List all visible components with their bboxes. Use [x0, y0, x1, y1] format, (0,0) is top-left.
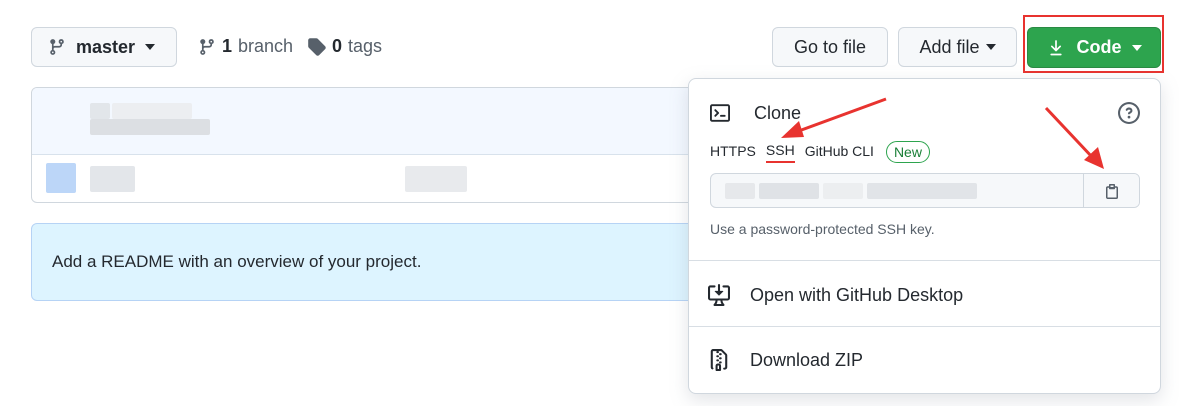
tab-github-cli[interactable]: GitHub CLI [805, 143, 874, 162]
go-to-file-button[interactable]: Go to file [772, 27, 888, 67]
clone-url-input[interactable] [710, 173, 1140, 208]
code-label: Code [1076, 37, 1122, 57]
redacted-block [90, 103, 110, 119]
chevron-down-icon [1131, 44, 1142, 51]
download-zip-label: Download ZIP [750, 349, 864, 370]
file-zip-icon [710, 349, 728, 371]
new-badge: New [885, 141, 930, 163]
readme-prompt[interactable]: Add a README with an overview of your pr… [31, 223, 711, 301]
file-list [31, 87, 711, 203]
chevron-down-icon [145, 44, 156, 50]
clipboard-icon [1105, 183, 1118, 199]
help-icon[interactable] [1118, 102, 1140, 124]
open-github-desktop-item[interactable]: Open with GitHub Desktop [708, 284, 963, 306]
chevron-down-icon [985, 44, 996, 50]
branches-link[interactable]: 1 branch [198, 36, 293, 57]
clone-title: Clone [754, 103, 802, 123]
redacted-file-icon [46, 163, 76, 193]
branch-selector-button[interactable]: master [31, 27, 177, 67]
add-file-label: Add file [919, 36, 980, 57]
redacted-url [759, 183, 819, 199]
clone-protocol-tabs: HTTPS SSH GitHub CLI New [710, 141, 930, 163]
terminal-icon [710, 104, 730, 122]
latest-commit-bar [32, 88, 710, 155]
git-branch-icon [200, 38, 214, 55]
redacted-block [90, 166, 135, 192]
divider [689, 326, 1160, 327]
divider [689, 260, 1160, 261]
tab-ssh[interactable]: SSH [765, 142, 795, 163]
branch-count: 1 [222, 36, 233, 56]
redacted-block [405, 166, 467, 192]
tab-https[interactable]: HTTPS [710, 143, 756, 162]
copy-button[interactable] [1083, 174, 1139, 207]
redacted-url [725, 183, 755, 199]
redacted-url [823, 183, 863, 199]
tags-link[interactable]: 0 tags [307, 36, 382, 57]
open-github-desktop-label: Open with GitHub Desktop [750, 284, 964, 305]
download-icon [1049, 39, 1062, 55]
go-to-file-label: Go to file [793, 36, 867, 57]
download-zip-item[interactable]: Download ZIP [708, 349, 863, 371]
git-branch-icon [50, 39, 64, 55]
tag-word: tags [348, 36, 383, 56]
tag-count: 0 [332, 36, 343, 56]
ssh-hint: Use a password-protected SSH key. [710, 221, 935, 237]
code-button[interactable]: Code [1027, 27, 1161, 68]
clone-dropdown: Clone HTTPS SSH GitHub CLI New Use a pas… [688, 78, 1161, 394]
readme-prompt-text: Add a README with an overview of your pr… [52, 252, 422, 271]
add-file-button[interactable]: Add file [898, 27, 1017, 67]
redacted-block [90, 119, 210, 135]
redacted-block [112, 103, 192, 119]
branch-word: branch [238, 36, 294, 56]
redacted-url [867, 183, 977, 199]
branch-name: master [76, 36, 136, 57]
tag-icon [308, 38, 326, 56]
desktop-download-icon [708, 284, 730, 306]
